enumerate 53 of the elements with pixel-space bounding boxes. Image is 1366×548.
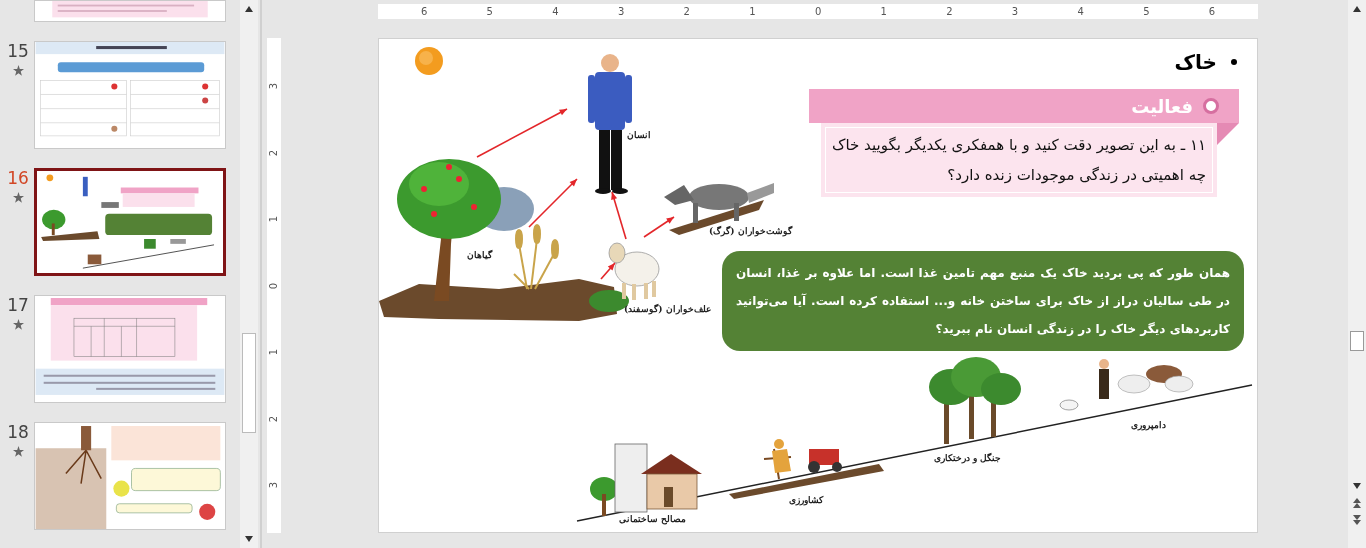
previous-slide-icon[interactable] [1352, 498, 1362, 510]
star-icon [12, 192, 24, 203]
bullet-icon [1231, 59, 1237, 65]
scroll-down-icon[interactable] [1352, 482, 1362, 490]
slide-number: 16 [7, 168, 29, 188]
ribbon-fold [1217, 123, 1239, 145]
illustration-label: گوشت‌خواران (گرگ) [709, 225, 792, 239]
slide-number: 15 [7, 41, 29, 61]
slide-thumbnail[interactable] [34, 168, 226, 276]
ruler-number: 2 [682, 6, 691, 17]
ruler-number: 5 [485, 6, 494, 17]
ruler-number: 3 [1011, 6, 1020, 17]
slide-number: 18 [7, 422, 29, 442]
activity-question: ۱۱ ـ به این تصویر دقت کنید و با همفکری یکدیگر بگویید خاک چه اهمیتی در زندگی موجودات زنده دارد؟ [825, 127, 1213, 193]
ruler-number: 1 [269, 215, 279, 223]
ruler-number: 2 [945, 6, 954, 17]
star-icon [12, 319, 24, 330]
ruler-number: 3 [269, 481, 279, 489]
info-note: همان طور که پی بردید خاک یک منبع مهم تامین غذا است. اما علاوه بر غذا، انسان در طی سالیان دراز از خاک برای ساختن خانه و... استفاده کرده است. آیا می‌توانید کاربردهای دیگر خاک را در زندگی انسان نام ببرید؟ [722, 251, 1244, 351]
scroll-up-icon[interactable] [1352, 5, 1362, 13]
star-icon [12, 65, 24, 76]
star-icon [12, 446, 24, 457]
illustration-label: کشاورزی [789, 494, 823, 508]
ruler-number: 2 [269, 415, 279, 422]
ruler-number: 1 [879, 6, 888, 17]
illustration-label: علف‌خواران (گوسفند) [624, 303, 711, 317]
ruler-number: 2 [269, 149, 279, 156]
scrollbar[interactable] [240, 0, 258, 548]
scroll-up-icon[interactable] [244, 5, 254, 13]
illustration-label: جنگل و درختکاری [934, 452, 1002, 466]
ruler-number: 0 [814, 6, 823, 17]
illustration-label: گیاهان [467, 249, 492, 262]
slide-number: 17 [7, 295, 29, 315]
scrollbar-thumb[interactable] [1350, 331, 1364, 351]
next-slide-icon[interactable] [1352, 514, 1362, 526]
ruler-number: 3 [269, 82, 279, 90]
illustration-label: مصالح ساختمانی [619, 513, 687, 527]
illustration-label: انسان [627, 129, 651, 142]
activity-title: فعالیت [1131, 94, 1193, 119]
scrollbar[interactable] [1348, 0, 1366, 548]
ruler-number: 1 [748, 6, 757, 17]
slide-heading: خاک [1174, 49, 1217, 76]
scroll-down-icon[interactable] [244, 535, 254, 543]
ruler-number: 6 [420, 6, 429, 17]
ruler-number: 4 [1076, 6, 1085, 17]
ruler-number: 1 [269, 348, 279, 356]
illustration-label: دامپروری [1131, 419, 1166, 433]
ruler-number: 5 [1142, 6, 1151, 17]
ruler-number: 6 [1208, 6, 1216, 17]
ruler-number: 0 [269, 282, 279, 289]
ruler-number: 3 [617, 6, 626, 17]
ruler-number: 4 [551, 6, 560, 17]
scrollbar-thumb[interactable] [242, 333, 256, 433]
